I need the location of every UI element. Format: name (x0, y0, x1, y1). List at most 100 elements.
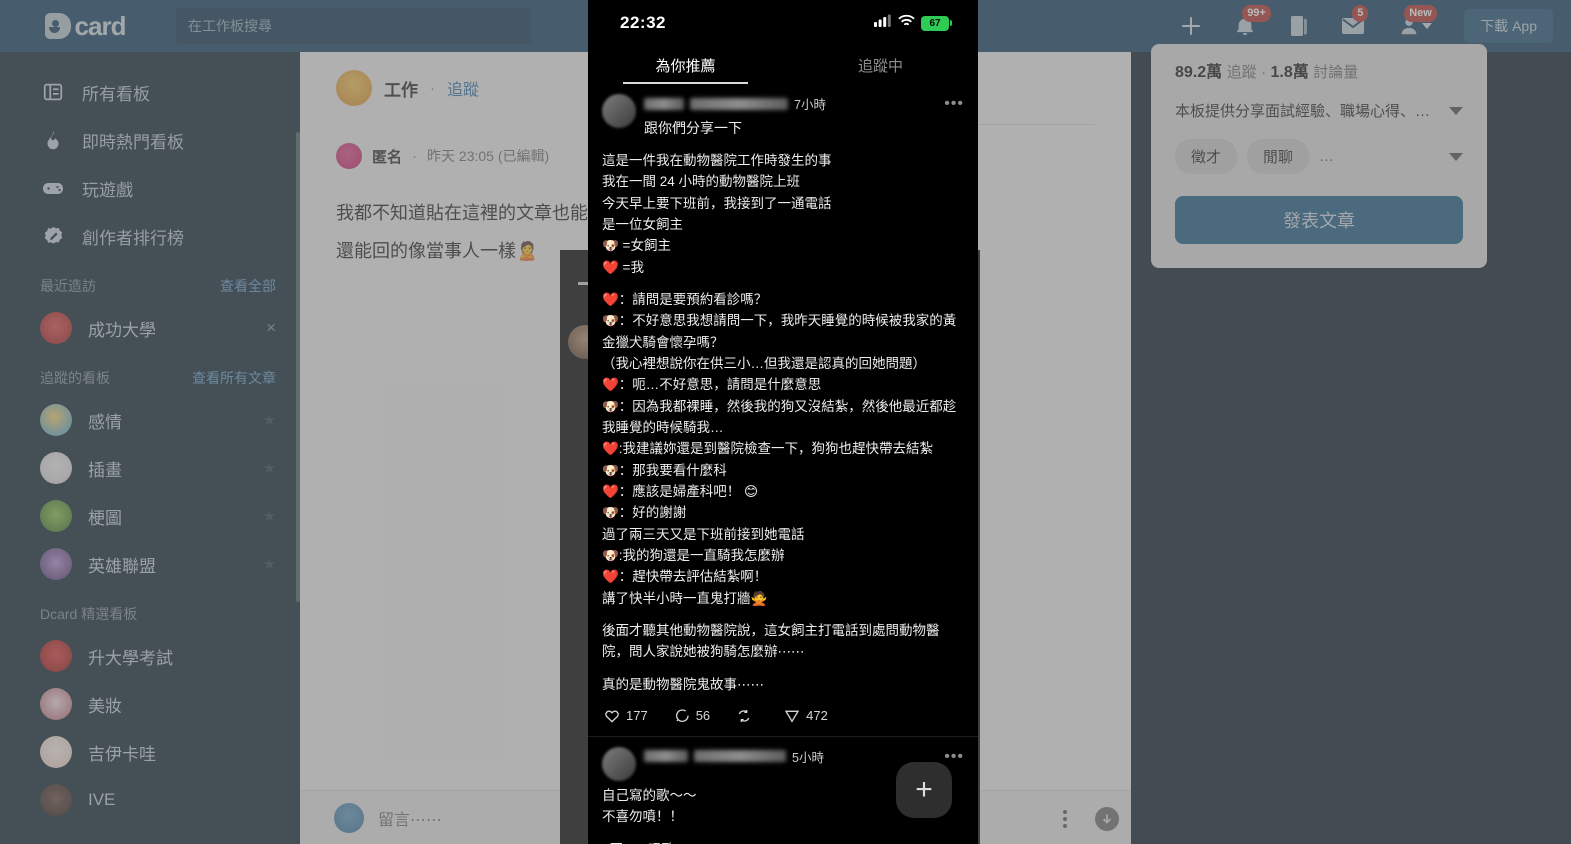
sidebar-item-ncku[interactable]: 成功大學 × (0, 304, 300, 352)
close-icon[interactable]: × (266, 318, 276, 338)
feed-post-time: 5小時 (792, 750, 824, 765)
share-button[interactable]: 472 (784, 708, 828, 724)
following-section-title: 追蹤的看板 (40, 370, 110, 386)
feed-tabs: 為你推薦 追蹤中 (588, 46, 978, 84)
board-label: 美妝 (88, 696, 122, 716)
create-post-button[interactable]: 發表文章 (1175, 196, 1463, 244)
board-tags-more: … (1319, 148, 1335, 165)
tab-following[interactable]: 追蹤中 (783, 46, 978, 84)
chevron-down-icon[interactable] (1422, 23, 1433, 29)
chevron-down-icon[interactable] (1449, 106, 1463, 115)
feed-post-header: 7小時 跟你們分享一下 ••• (602, 94, 964, 138)
post-line: ❤️：應該是婦產科吧！ 😊 (602, 483, 759, 499)
post-line: 講了快半小時一直鬼打牆🙅 (602, 590, 768, 606)
download-icon[interactable] (1095, 807, 1119, 831)
sidebar-item-label: 所有看板 (82, 84, 150, 104)
star-icon[interactable]: ★ (263, 507, 276, 525)
sidebar-item-creator-rank[interactable]: 創作者排行榜 (0, 212, 300, 260)
create-post-label: 發表文章 (1283, 211, 1355, 231)
repost-button[interactable] (736, 708, 758, 724)
list-board-icon (40, 79, 66, 105)
star-icon[interactable]: ★ (263, 459, 276, 477)
follow-board-link[interactable]: 追蹤 (447, 76, 479, 100)
like-button[interactable]: 177 (604, 708, 648, 724)
avatar (336, 143, 362, 169)
download-app-button[interactable]: 下載 App (1464, 9, 1553, 43)
mail-icon[interactable]: 5 (1340, 5, 1369, 39)
sidebar-item-label: 創作者排行榜 (82, 228, 184, 248)
board-card: 89.2萬 追蹤 · 1.8萬 討論量 本板提供分享面試經驗、職場心得、… 徵才… (1151, 44, 1487, 268)
more-options-icon[interactable] (1063, 810, 1067, 828)
feed-post[interactable]: 7小時 跟你們分享一下 ••• 這是一件我在動物醫院工作時發生的事 我在一間 2… (588, 84, 978, 737)
dcard-logo[interactable]: card (0, 11, 170, 42)
more-options-icon[interactable]: ••• (944, 747, 964, 765)
battery-charging-icon: 67 (921, 15, 952, 31)
like-count: 177 (626, 708, 648, 724)
sidebar-item-meme[interactable]: 梗圖 ★ (0, 492, 300, 540)
board-avatar (40, 640, 72, 672)
post-line: 後面才聽其他動物醫院說，這女飼主打電話到處問動物醫院，問人家說她被狗騎怎麼辦⋯⋯ (602, 622, 940, 660)
sidebar-item-ive[interactable]: IVE (0, 776, 300, 824)
sidebar-item-college-exam[interactable]: 升大學考試 (0, 632, 300, 680)
board-description-row[interactable]: 本板提供分享面試經驗、職場心得、… (1175, 100, 1463, 121)
search-input[interactable]: 在工作板搜尋 (176, 8, 531, 44)
share-count: 472 (806, 708, 828, 724)
bell-icon[interactable]: 99+ (1232, 5, 1271, 39)
username-blurred (644, 97, 684, 110)
recent-section-header: 最近造訪 查看全部 (0, 260, 300, 304)
sidebar-item-lol[interactable]: 英雄聯盟 ★ (0, 540, 300, 588)
tab-for-you[interactable]: 為你推薦 (588, 46, 783, 84)
board-label: 英雄聯盟 (88, 556, 156, 576)
separator-dot: · (412, 147, 418, 165)
featured-section-title: Dcard 精選看板 (40, 606, 138, 622)
more-options-icon[interactable]: ••• (944, 94, 964, 112)
following-section-header: 追蹤的看板 查看所有文章 (0, 352, 300, 396)
status-clock: 22:32 (620, 13, 666, 32)
board-label: 升大學考試 (88, 648, 173, 668)
screen: card 在工作板搜尋 99+ 5 New 下載 App 所有看板 即時熱門看板… (0, 0, 1571, 844)
feed-post-lead: 跟你們分享一下 (644, 120, 742, 136)
board-name[interactable]: 工作 (384, 76, 418, 101)
followers-count: 89.2萬 (1175, 64, 1223, 81)
bottom-toolbar (1063, 794, 1119, 844)
sidebar-item-chiikawa[interactable]: 吉伊卡哇 (0, 728, 300, 776)
feed-post-header-text: 5小時 (644, 747, 936, 766)
board-avatar (40, 500, 72, 532)
post-line: 🐶：好的謝謝 (602, 505, 687, 521)
feed-post-stats: 177 56 472 (602, 695, 964, 736)
avatar-icon[interactable]: New (1394, 5, 1437, 39)
sidebar-item-relationship[interactable]: 感情 ★ (0, 396, 300, 444)
board-tags-row: 徵才 閒聊 … (1175, 139, 1463, 174)
sidebar-item-all-boards[interactable]: 所有看板 (0, 68, 300, 116)
board-label: IVE (88, 790, 116, 809)
mail-badge: 5 (1352, 5, 1369, 22)
star-icon[interactable]: ★ (263, 555, 276, 573)
compose-fab-label: + (915, 773, 933, 806)
chevron-down-icon[interactable] (1449, 152, 1463, 161)
post-line: 今天早上要下班前，我接到了一通電話 (602, 195, 832, 211)
post-hashtags[interactable]: #國二 #唱歌 (602, 839, 964, 844)
following-view-all-link[interactable]: 查看所有文章 (192, 368, 276, 388)
avatar[interactable] (602, 94, 636, 128)
sidebar-item-illustration[interactable]: 插畫 ★ (0, 444, 300, 492)
sidebar-item-makeup[interactable]: 美妝 (0, 680, 300, 728)
feed-post-name-row: 7小時 (644, 94, 936, 113)
sidebar-item-games[interactable]: 玩遊戲 (0, 164, 300, 212)
plus-icon[interactable] (1178, 13, 1204, 39)
comment-button[interactable]: 56 (674, 708, 710, 724)
board-description: 本板提供分享面試經驗、職場心得、… (1175, 103, 1431, 120)
card-icon[interactable] (1286, 13, 1312, 39)
wifi-icon (898, 14, 915, 32)
board-tag-recruiting[interactable]: 徵才 (1175, 139, 1238, 174)
board-tag-chat[interactable]: 閒聊 (1247, 139, 1310, 174)
comment-placeholder: 留言⋯⋯ (378, 811, 443, 829)
post-line: ❤️：趕快帶去評估結紮啊！ (602, 569, 768, 585)
compose-fab-button[interactable]: + (896, 762, 952, 818)
topbar-icon-group: 99+ 5 New 下載 App (1178, 5, 1571, 43)
sidebar-item-trending[interactable]: 即時熱門看板 (0, 116, 300, 164)
star-icon[interactable]: ★ (263, 411, 276, 429)
recent-view-all-link[interactable]: 查看全部 (220, 276, 276, 296)
avatar[interactable] (602, 746, 636, 781)
